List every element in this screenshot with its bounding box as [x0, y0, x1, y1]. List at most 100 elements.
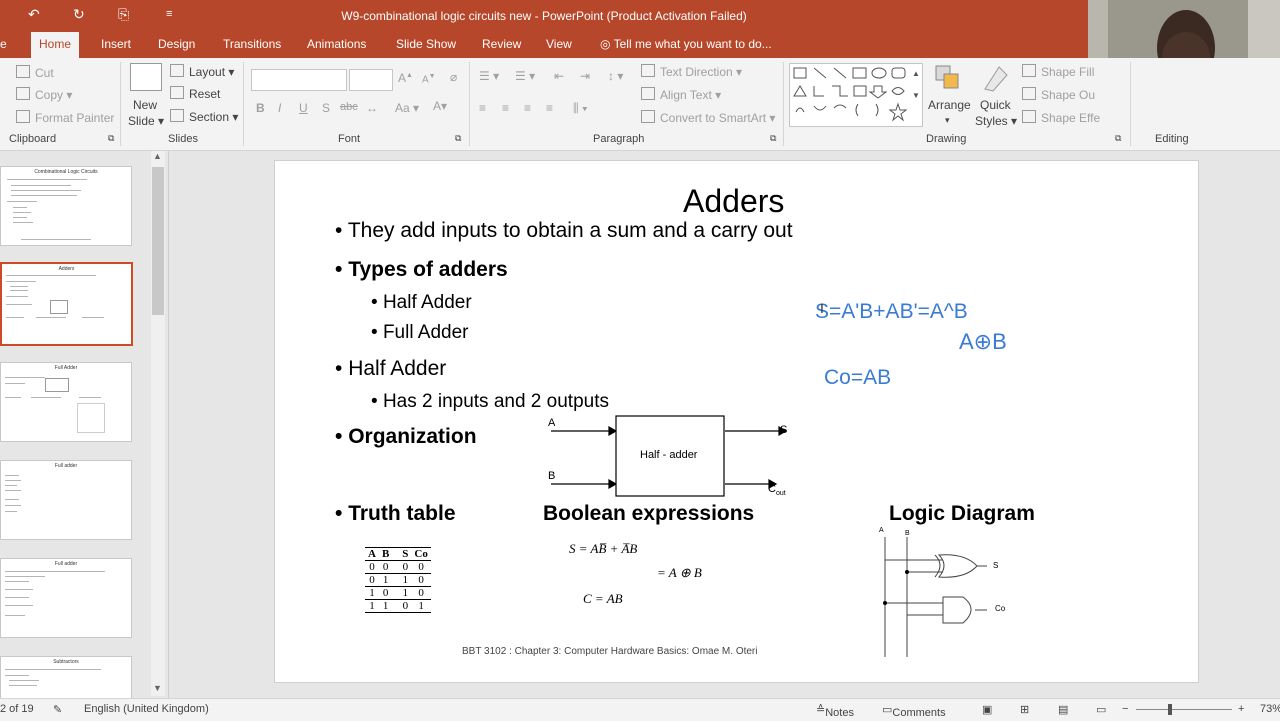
new-slide-menu[interactable]: Slide ▾: [128, 114, 164, 128]
section-button[interactable]: Section ▾: [170, 109, 238, 124]
grow-font-button[interactable]: A▲: [398, 71, 413, 85]
slide-thumbnail[interactable]: Subtractors: [0, 656, 132, 700]
slide-canvas[interactable]: Adders • They add inputs to obtain a sum…: [274, 160, 1199, 683]
tab-slide-show[interactable]: Slide Show: [396, 37, 456, 51]
shape-effects-button[interactable]: Shape Effe: [1022, 110, 1100, 125]
boolean-xor-expression[interactable]: = A ⊕ B: [657, 565, 702, 581]
ink-annotation-sum[interactable]: S=A'B+AB'=A^B: [815, 300, 968, 324]
slide-sorter-icon[interactable]: ⊞: [1020, 703, 1029, 716]
font-size-field[interactable]: [349, 69, 393, 91]
notes-edit-icon[interactable]: ✎: [53, 703, 62, 716]
underline-button[interactable]: U: [299, 101, 308, 115]
increase-indent-icon[interactable]: ⇥: [580, 69, 590, 83]
cut-button[interactable]: Cut: [16, 65, 54, 80]
new-slide-icon[interactable]: [130, 63, 162, 91]
clipboard-launcher-icon[interactable]: ⧉: [108, 133, 114, 144]
truth-table[interactable]: A B S Co 00 00 01 10 10 10 11 01: [365, 547, 431, 613]
slide-thumbnail[interactable]: Full Adder: [0, 362, 132, 442]
copy-button[interactable]: Copy ▾: [16, 87, 72, 102]
bullets-icon[interactable]: ☰ ▾: [479, 69, 499, 83]
thumbnail-scrollbar[interactable]: ▲ ▼: [151, 151, 165, 696]
slide-title[interactable]: Adders: [683, 183, 784, 220]
align-text-button[interactable]: Align Text ▾: [641, 87, 721, 102]
bullet-inputs-outputs[interactable]: • Has 2 inputs and 2 outputs: [371, 391, 609, 413]
quick-styles-button[interactable]: Quick: [980, 98, 1011, 112]
ink-annotation-carry[interactable]: Co=AB: [824, 366, 891, 390]
font-color-icon[interactable]: A▾: [433, 99, 447, 113]
scroll-down-icon[interactable]: ▼: [153, 683, 162, 693]
align-left-icon[interactable]: ≡: [479, 101, 486, 115]
notes-button[interactable]: ≙ Notes: [816, 703, 854, 719]
arrange-dropdown-icon[interactable]: ▾: [945, 115, 950, 126]
bullet-full-adder[interactable]: • Full Adder: [371, 322, 468, 344]
normal-view-icon[interactable]: ▣: [982, 703, 992, 716]
font-name-field[interactable]: [251, 69, 347, 91]
tab-file[interactable]: e: [0, 37, 7, 51]
zoom-level[interactable]: 73%: [1260, 703, 1280, 715]
logic-diagram-heading[interactable]: Logic Diagram: [889, 502, 1035, 526]
bullet-sum-carry[interactable]: • They add inputs to obtain a sum and a …: [335, 219, 793, 243]
tab-review[interactable]: Review: [482, 37, 521, 51]
shadow-button[interactable]: S: [322, 101, 330, 115]
quick-styles-menu[interactable]: Styles ▾: [975, 114, 1017, 128]
scrollbar-thumb[interactable]: [152, 167, 164, 315]
language-indicator[interactable]: English (United Kingdom): [84, 703, 209, 715]
bullet-types-of-adders[interactable]: • Types of adders: [335, 258, 508, 282]
char-spacing-icon[interactable]: ↔: [366, 101, 378, 115]
tab-animations[interactable]: Animations: [307, 37, 366, 51]
zoom-in-icon[interactable]: +: [1238, 703, 1244, 715]
shapes-gallery[interactable]: ▲ ▼: [789, 63, 923, 127]
numbering-icon[interactable]: ☰ ▾: [515, 69, 535, 83]
slide-thumbnail[interactable]: Full adder: [0, 558, 132, 638]
new-slide-button[interactable]: New: [133, 98, 157, 112]
decrease-indent-icon[interactable]: ⇤: [554, 69, 564, 83]
columns-icon[interactable]: ⫼ ▾: [573, 101, 588, 116]
bullet-half-adder-heading[interactable]: • Half Adder: [335, 357, 446, 381]
logic-diagram[interactable]: A B S Co: [875, 527, 1025, 659]
drawing-launcher-icon[interactable]: ⧉: [1115, 133, 1121, 144]
zoom-slider-thumb[interactable]: [1168, 704, 1172, 715]
bold-button[interactable]: B: [256, 101, 265, 115]
slide-thumbnail[interactable]: Full adder: [0, 460, 132, 540]
justify-icon[interactable]: ≡: [546, 101, 553, 115]
half-adder-block-diagram[interactable]: Half - adder A B S Cout: [543, 411, 803, 507]
tab-design[interactable]: Design: [158, 37, 195, 51]
bullet-truth-table[interactable]: • Truth table: [335, 502, 456, 526]
bullet-half-adder[interactable]: • Half Adder: [371, 292, 472, 314]
shape-outline-button[interactable]: Shape Ou: [1022, 87, 1095, 102]
change-case-button[interactable]: Aa ▾: [395, 101, 419, 115]
convert-smartart-button[interactable]: Convert to SmartArt ▾: [641, 110, 775, 125]
slide-thumbnail[interactable]: Combinational Logic Circuits: [0, 166, 132, 246]
tell-me-search[interactable]: ◎ Tell me what you want to do...: [600, 37, 772, 51]
clear-format-icon[interactable]: ⌀: [450, 70, 457, 84]
tab-insert[interactable]: Insert: [101, 37, 131, 51]
reading-view-icon[interactable]: ▤: [1058, 703, 1068, 716]
slide-thumbnail-selected[interactable]: Adders: [0, 262, 133, 346]
paragraph-launcher-icon[interactable]: ⧉: [770, 133, 776, 144]
tab-view[interactable]: View: [546, 37, 572, 51]
format-painter-button[interactable]: Format Painter: [16, 110, 114, 125]
italic-button[interactable]: I: [278, 101, 281, 115]
arrange-button[interactable]: Arrange: [928, 98, 971, 112]
boolean-s-expression[interactable]: S = AB̅ + A̅B: [569, 541, 637, 557]
tab-home[interactable]: Home: [31, 32, 80, 58]
zoom-out-icon[interactable]: −: [1122, 703, 1128, 715]
slideshow-view-icon[interactable]: ▭: [1096, 703, 1106, 716]
bullet-organization[interactable]: • Organization: [335, 425, 477, 449]
font-launcher-icon[interactable]: ⧉: [455, 133, 461, 144]
align-right-icon[interactable]: ≡: [524, 101, 531, 115]
reset-button[interactable]: Reset: [170, 86, 220, 101]
tab-transitions[interactable]: Transitions: [223, 37, 281, 51]
align-center-icon[interactable]: ≡: [502, 101, 509, 115]
text-direction-button[interactable]: Text Direction ▾: [641, 64, 742, 79]
boolean-c-expression[interactable]: C = AB: [583, 591, 623, 607]
comments-button[interactable]: ▭ Comments: [882, 703, 946, 719]
shrink-font-button[interactable]: A▼: [422, 73, 436, 85]
line-spacing-icon[interactable]: ↕ ▾: [608, 69, 623, 83]
shape-fill-button[interactable]: Shape Fill: [1022, 64, 1094, 79]
ink-annotation-xor[interactable]: A⊕B: [959, 329, 1007, 355]
scroll-up-icon[interactable]: ▲: [153, 151, 162, 161]
strikethrough-button[interactable]: abc: [340, 101, 358, 113]
layout-button[interactable]: Layout ▾: [170, 64, 234, 79]
zoom-slider-track[interactable]: [1136, 709, 1232, 710]
